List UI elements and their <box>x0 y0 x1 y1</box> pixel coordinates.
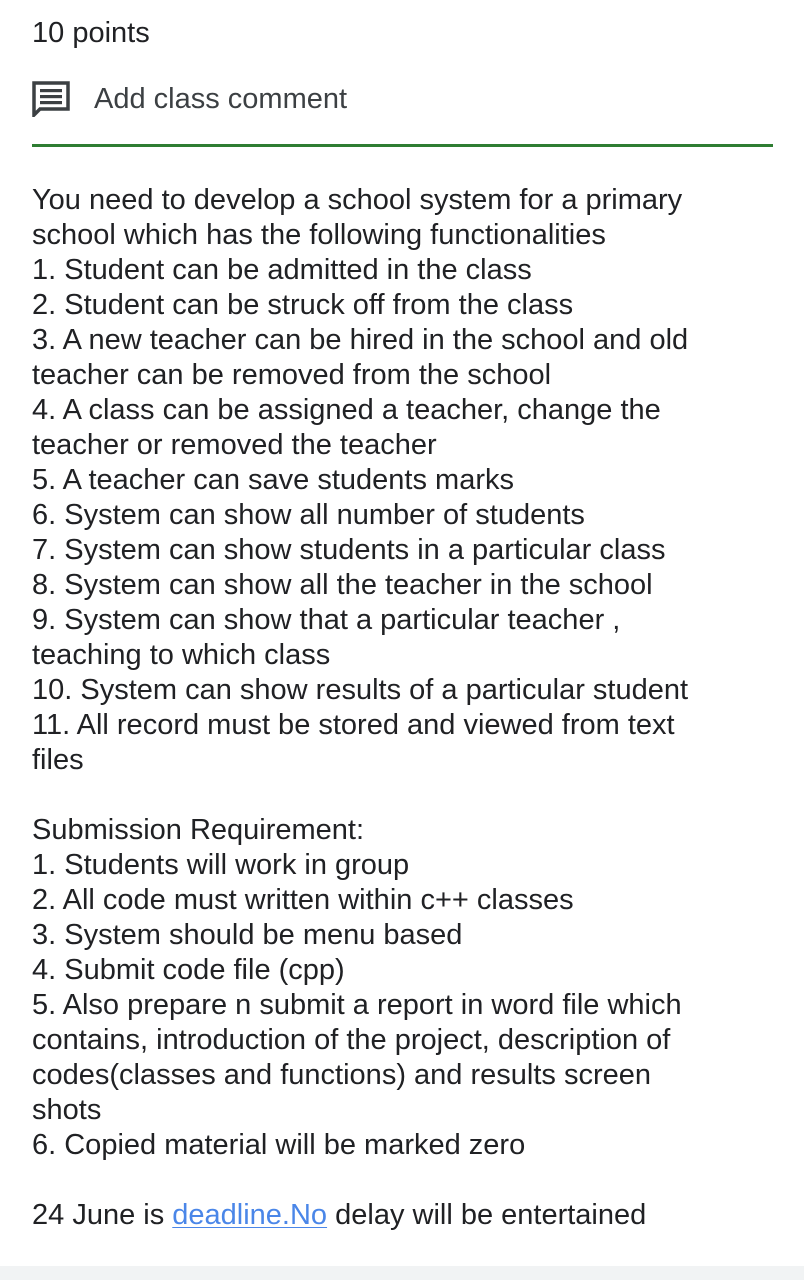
description-line: You need to develop a school system for … <box>32 184 683 216</box>
description-line: 2. Student can be struck off from the cl… <box>32 289 574 321</box>
description-line: contains, introduction of the project, d… <box>32 1024 671 1056</box>
description-line: 4. A class can be assigned a teacher, ch… <box>32 394 661 426</box>
description-line: 7. System can show students in a particu… <box>32 534 666 566</box>
description-line: 4. Submit code file (cpp) <box>32 954 345 986</box>
description-line: 1. Students will work in group <box>32 849 410 881</box>
comment-icon <box>32 78 76 120</box>
description-line: school which has the following functiona… <box>32 219 606 251</box>
description-line: 5. A teacher can save students marks <box>32 464 514 496</box>
deadline-text-before: 24 June is <box>32 1199 173 1231</box>
description-line: teacher or removed the teacher <box>32 429 437 461</box>
description-line: 5. Also prepare n submit a report in wor… <box>32 989 682 1021</box>
assignment-description: You need to develop a school system for … <box>32 183 772 1163</box>
description-line: 8. System can show all the teacher in th… <box>32 569 653 601</box>
description-line: teaching to which class <box>32 639 331 671</box>
add-class-comment-label: Add class comment <box>94 83 348 115</box>
description-line: 6. Copied material will be marked zero <box>32 1129 526 1161</box>
deadline-link[interactable]: deadline.No <box>172 1199 327 1231</box>
description-line: shots <box>32 1094 102 1126</box>
description-line <box>32 778 772 813</box>
description-line: 3. A new teacher can be hired in the sch… <box>32 324 689 356</box>
description-line: 6. System can show all number of student… <box>32 499 585 531</box>
description-line: 9. System can show that a particular tea… <box>32 604 621 636</box>
description-line: 2. All code must written within c++ clas… <box>32 884 574 916</box>
deadline-line: 24 June is deadline.No delay will be ent… <box>32 1198 646 1233</box>
description-line: 11. All record must be stored and viewed… <box>32 709 675 741</box>
description-line: codes(classes and functions) and results… <box>32 1059 651 1091</box>
deadline-text-after: delay will be entertained <box>327 1199 647 1231</box>
description-line: Submission Requirement: <box>32 814 365 846</box>
add-class-comment-button[interactable]: Add class comment <box>32 78 347 120</box>
description-line: 3. System should be menu based <box>32 919 463 951</box>
points-label: 10 points <box>32 17 150 49</box>
description-line: teacher can be removed from the school <box>32 359 552 391</box>
section-divider <box>32 144 773 147</box>
description-line: files <box>32 744 84 776</box>
description-line: 1. Student can be admitted in the class <box>32 254 532 286</box>
description-line: 10. System can show results of a particu… <box>32 674 689 706</box>
bottom-bar-edge <box>0 1266 804 1280</box>
